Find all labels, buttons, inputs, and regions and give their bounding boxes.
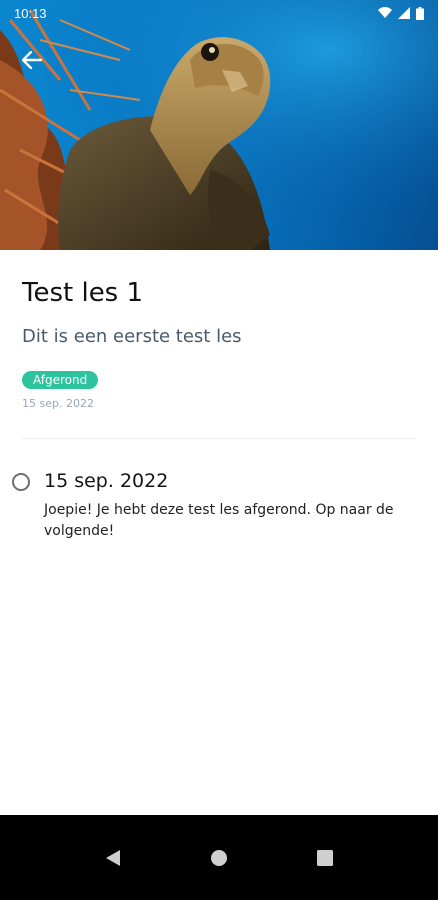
timeline-radio-icon xyxy=(12,473,30,491)
back-button[interactable] xyxy=(14,42,50,78)
lesson-title: Test les 1 xyxy=(22,278,144,308)
status-time: 10:13 xyxy=(14,5,47,21)
hero-image: 10:13 xyxy=(0,0,438,250)
divider xyxy=(22,438,416,439)
signal-icon xyxy=(398,7,410,19)
lesson-details: Test les 1 Dit is een eerste test les Af… xyxy=(22,250,416,439)
arrow-left-icon xyxy=(22,51,42,69)
status-bar: 10:13 xyxy=(0,0,438,26)
sea-turtle-image xyxy=(0,0,438,250)
system-nav-bar xyxy=(0,815,438,900)
back-triangle-icon xyxy=(106,849,120,866)
lesson-description: Dit is een eerste test les xyxy=(22,326,242,347)
recents-square-icon xyxy=(317,849,333,866)
nav-back-button[interactable] xyxy=(93,838,133,878)
status-badge: Afgerond xyxy=(22,371,99,389)
timeline-text: Joepie! Je hebt deze test les afgerond. … xyxy=(44,502,394,539)
nav-recents-button[interactable] xyxy=(305,838,345,878)
nav-home-button[interactable] xyxy=(199,838,239,878)
timeline-date: 15 sep. 2022 xyxy=(44,470,169,492)
home-circle-icon xyxy=(211,849,227,866)
wifi-icon xyxy=(378,7,392,18)
battery-icon xyxy=(416,6,424,20)
lesson-date: 15 sep. 2022 xyxy=(22,397,94,410)
